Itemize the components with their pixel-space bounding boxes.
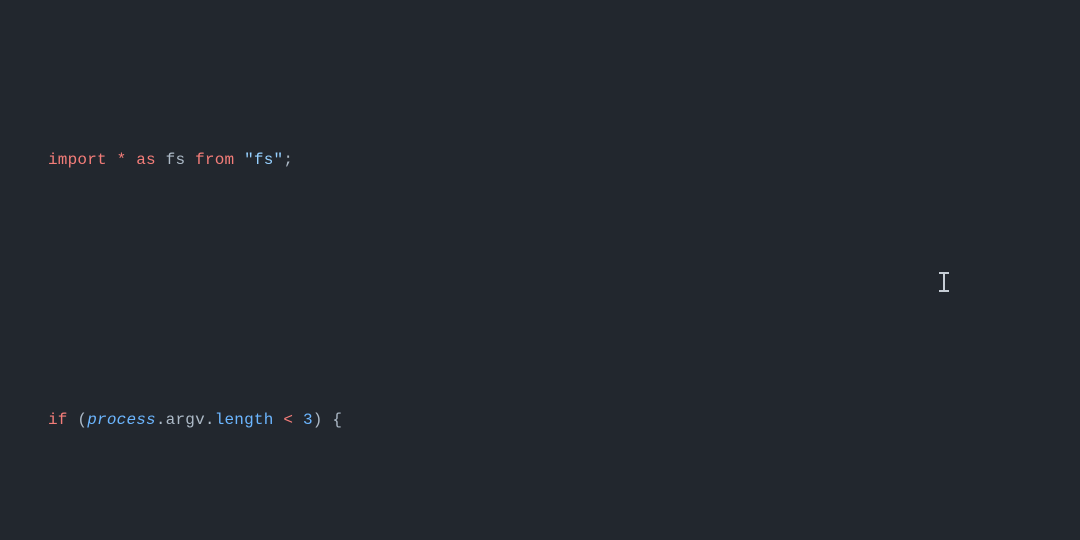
- number-3: 3: [303, 411, 313, 429]
- code-line[interactable]: import * as fs from "fs";: [48, 144, 1080, 177]
- property-length: length: [215, 411, 274, 429]
- code-editor[interactable]: import * as fs from "fs"; if (process.ar…: [0, 0, 1080, 540]
- keyword-as: as: [136, 151, 156, 169]
- operator-lt: <: [283, 411, 293, 429]
- star-token: *: [117, 151, 127, 169]
- property-argv: argv: [166, 411, 205, 429]
- string-fs: "fs": [244, 151, 283, 169]
- keyword-from: from: [195, 151, 234, 169]
- keyword-if: if: [48, 411, 68, 429]
- keyword-import: import: [48, 151, 107, 169]
- identifier-process: process: [87, 411, 156, 429]
- code-line[interactable]: if (process.argv.length < 3) {: [48, 404, 1080, 437]
- code-line-blank[interactable]: [48, 274, 1080, 307]
- code-line[interactable]: process.exit(1);: [48, 534, 1080, 540]
- identifier-fs: fs: [166, 151, 186, 169]
